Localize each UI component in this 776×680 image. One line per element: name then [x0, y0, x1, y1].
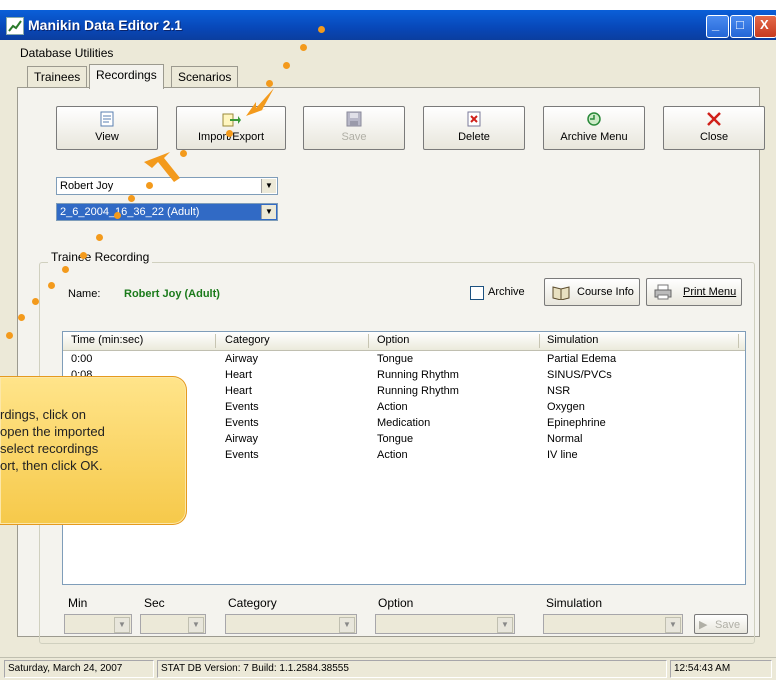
- sec-select[interactable]: ▼: [140, 614, 206, 634]
- table-cell: Epinephrine: [547, 417, 606, 429]
- table-cell: Airway: [225, 433, 259, 445]
- book-icon: [551, 284, 571, 303]
- chevron-down-icon: ▼: [188, 617, 204, 633]
- minimize-button[interactable]: _: [706, 15, 729, 38]
- course-info-button[interactable]: Course Info: [544, 278, 640, 306]
- menu-bar: Database Utilities: [0, 42, 776, 62]
- archive-label: Archive: [488, 286, 525, 298]
- save-event-button[interactable]: ▶ Save: [694, 614, 748, 634]
- window-title: Manikin Data Editor 2.1: [28, 17, 183, 33]
- floppy-disk-icon: [343, 111, 365, 129]
- category-label: Category: [228, 596, 277, 610]
- maximize-button[interactable]: □: [730, 15, 753, 38]
- print-menu-button[interactable]: Print Menu: [646, 278, 742, 306]
- title-bar[interactable]: Manikin Data Editor 2.1 _ □ X: [0, 10, 776, 40]
- tutorial-callout: rdings, click on open the imported selec…: [0, 376, 187, 525]
- table-cell: Action: [377, 401, 408, 413]
- arrow-head-icon: [144, 152, 180, 182]
- option-label: Option: [378, 596, 414, 610]
- status-bar: Saturday, March 24, 2007 STAT DB Version…: [0, 657, 776, 680]
- archive-menu-button[interactable]: Archive Menu: [543, 106, 645, 150]
- view-document-icon: [96, 111, 118, 129]
- table-cell: Events: [225, 417, 259, 429]
- callout-line: rdings, click on: [0, 407, 86, 422]
- group-label: Trainee Recording: [48, 250, 153, 264]
- archive-checkbox[interactable]: [470, 286, 484, 300]
- status-version: STAT DB Version: 7 Build: 1.1.2584.38555: [157, 660, 667, 678]
- table-cell: Heart: [225, 369, 252, 381]
- chevron-down-icon: ▼: [114, 617, 130, 633]
- table-header: Time (min:sec) Category Option Simulatio…: [63, 332, 745, 351]
- table-row[interactable]: 0:00 Airway Tongue Partial Edema: [63, 352, 745, 368]
- callout-line: open the imported: [0, 424, 105, 439]
- callout-line: ort, then click OK.: [0, 458, 103, 473]
- save-button[interactable]: Save: [303, 106, 405, 150]
- table-cell: Airway: [225, 353, 259, 365]
- play-arrow-icon: ▶: [699, 619, 708, 631]
- delete-document-icon: [463, 111, 485, 129]
- column-header-category[interactable]: Category: [225, 334, 270, 346]
- min-select[interactable]: ▼: [64, 614, 132, 634]
- trainee-name-value: Robert Joy (Adult): [124, 288, 220, 300]
- close-button[interactable]: Close: [663, 106, 765, 150]
- table-cell: Action: [377, 449, 408, 461]
- status-date: Saturday, March 24, 2007: [4, 660, 154, 678]
- app-chart-icon: [6, 17, 24, 35]
- chevron-down-icon[interactable]: ▼: [261, 179, 276, 193]
- table-cell: Partial Edema: [547, 353, 617, 365]
- chevron-down-icon: ▼: [665, 617, 681, 633]
- table-cell: Events: [225, 449, 259, 461]
- option-select[interactable]: ▼: [375, 614, 515, 634]
- column-header-option[interactable]: Option: [377, 334, 409, 346]
- delete-button[interactable]: Delete: [423, 106, 525, 150]
- name-label: Name:: [68, 288, 101, 300]
- callout-line: select recordings: [0, 441, 99, 456]
- table-cell: Events: [225, 401, 259, 413]
- tab-scenarios[interactable]: Scenarios: [171, 66, 239, 87]
- table-cell: Tongue: [377, 353, 414, 365]
- chevron-down-icon[interactable]: ▼: [261, 205, 276, 219]
- table-cell: Normal: [547, 433, 583, 445]
- column-header-simulation[interactable]: Simulation: [547, 334, 598, 346]
- table-cell: Running Rhythm: [377, 385, 459, 397]
- arrow-head-icon: [246, 88, 274, 116]
- category-select[interactable]: ▼: [225, 614, 357, 634]
- close-window-button[interactable]: X: [754, 15, 776, 38]
- table-cell: NSR: [547, 385, 571, 397]
- tab-trainees[interactable]: Trainees: [27, 66, 88, 87]
- table-cell: Heart: [225, 385, 252, 397]
- table-cell: SINUS/PVCs: [547, 369, 612, 381]
- table-cell: IV line: [547, 449, 578, 461]
- table-cell: Oxygen: [547, 401, 585, 413]
- recording-select[interactable]: 2_6_2004_16_36_22 (Adult) ▼: [56, 203, 278, 221]
- table-cell: Medication: [377, 417, 431, 429]
- table-cell: Tongue: [377, 433, 414, 445]
- menu-database-utilities[interactable]: Database Utilities: [20, 46, 113, 60]
- close-x-icon: [703, 111, 725, 129]
- chevron-down-icon: ▼: [339, 617, 355, 633]
- table-cell: Running Rhythm: [377, 369, 459, 381]
- column-header-time[interactable]: Time (min:sec): [71, 334, 143, 346]
- chevron-down-icon: ▼: [497, 617, 513, 633]
- simulation-select[interactable]: ▼: [543, 614, 683, 634]
- table-cell: 0:00: [71, 353, 93, 365]
- sec-label: Sec: [144, 596, 165, 610]
- import-export-icon: [220, 111, 242, 129]
- printer-icon: [653, 284, 673, 303]
- min-label: Min: [68, 596, 88, 610]
- view-button[interactable]: View: [56, 106, 158, 150]
- status-time: 12:54:43 AM: [670, 660, 772, 678]
- simulation-label: Simulation: [546, 596, 603, 610]
- tab-recordings[interactable]: Recordings: [89, 64, 164, 89]
- archive-globe-icon: [583, 111, 605, 129]
